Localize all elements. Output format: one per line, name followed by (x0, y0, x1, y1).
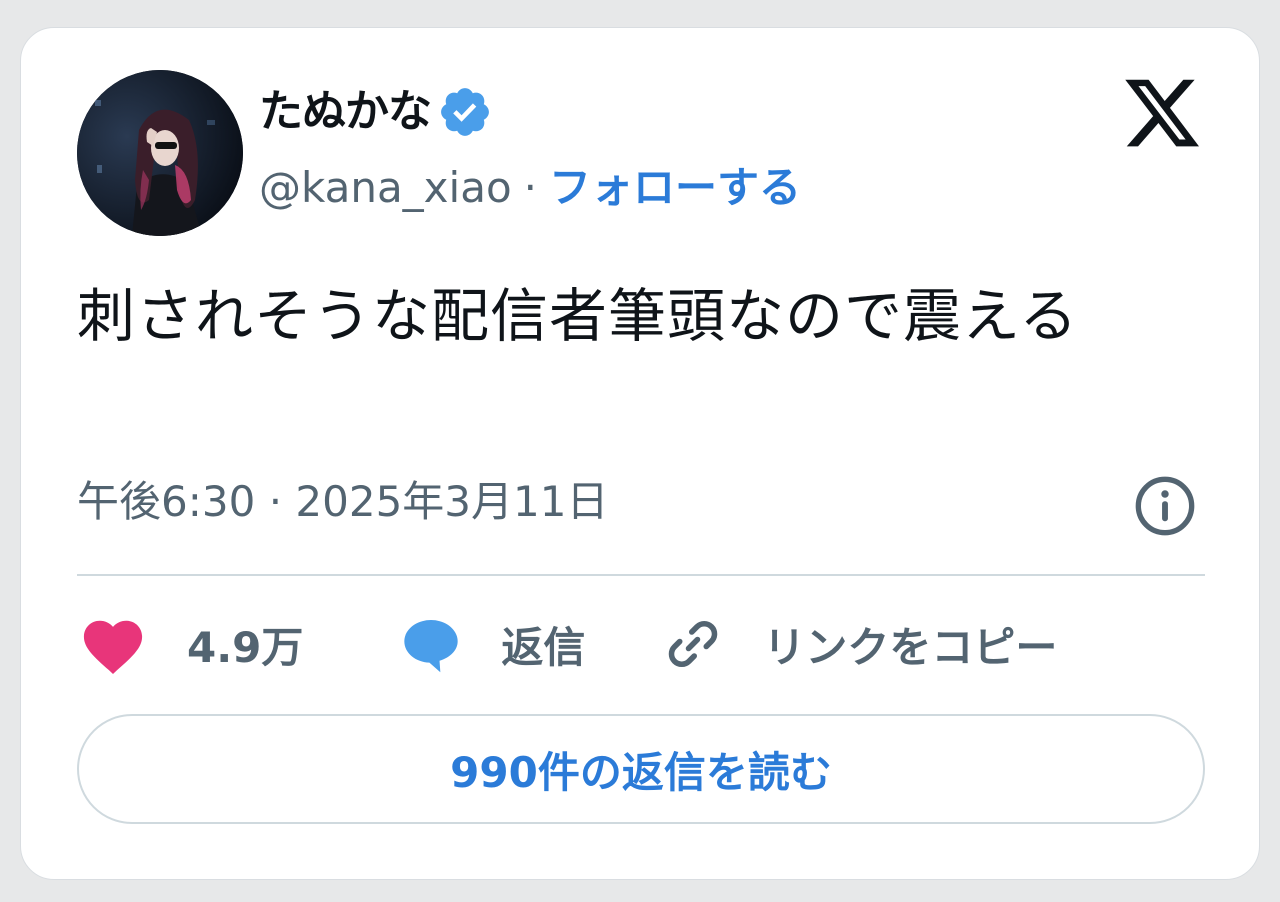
copy-link-label: リンクをコピー (763, 622, 1058, 672)
x-logo-icon[interactable] (1119, 72, 1205, 154)
heart-icon (83, 620, 143, 674)
read-replies-label: 990件の返信を読む (450, 747, 832, 797)
tweet-timestamp[interactable]: 午後6:30 · 2025年3月11日 (77, 472, 608, 532)
action-bar: 4.9万 返信 リンクをコピー (77, 606, 1057, 682)
display-name[interactable]: たぬかな (259, 82, 432, 142)
speech-bubble-icon (404, 620, 459, 673)
info-icon[interactable] (1133, 474, 1197, 538)
tweet-time: 午後6:30 (77, 477, 256, 526)
avatar[interactable] (77, 70, 243, 236)
handle-separator: · (523, 163, 537, 212)
like-count: 4.9万 (187, 622, 304, 672)
divider (77, 574, 1205, 576)
verified-badge-icon (441, 88, 489, 136)
link-icon (669, 621, 718, 667)
author-name-row: たぬかな (259, 82, 493, 142)
reply-label: 返信 (501, 622, 586, 672)
tweet-card: たぬかな @kana_xiao · フォローする 刺されそうな配信者筆頭なので震… (20, 27, 1260, 880)
copy-link-button[interactable]: リンクをコピー (663, 614, 1057, 675)
follow-button[interactable]: フォローする (549, 158, 801, 218)
like-button[interactable]: 4.9万 (77, 612, 303, 676)
tweet-text: 刺されそうな配信者筆頭なので震える (77, 282, 1079, 350)
author-handle-row: @kana_xiao · フォローする (259, 158, 801, 218)
timestamp-separator: · (268, 477, 283, 526)
tweet-date: 2025年3月11日 (295, 477, 609, 526)
read-replies-button[interactable]: 990件の返信を読む (77, 714, 1205, 824)
reply-button[interactable]: 返信 (399, 614, 585, 675)
avatar-image (77, 70, 243, 236)
author-handle[interactable]: @kana_xiao (259, 158, 512, 218)
